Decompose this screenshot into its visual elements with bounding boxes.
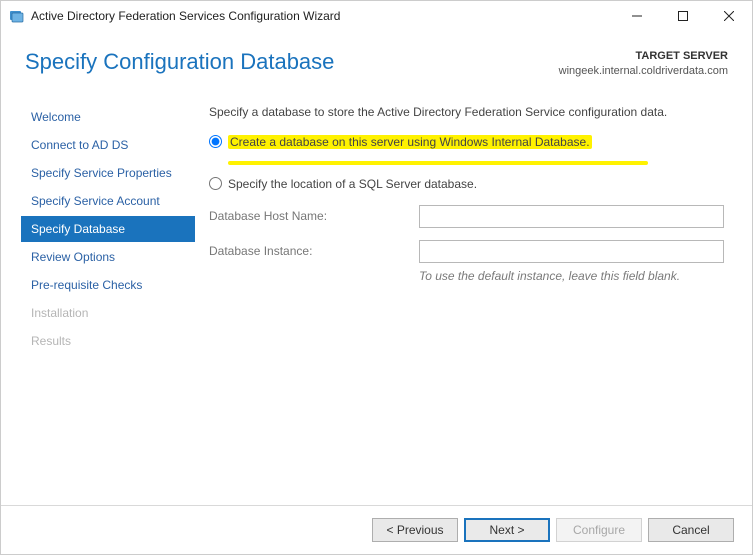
app-icon xyxy=(9,8,25,24)
titlebar: Active Directory Federation Services Con… xyxy=(1,1,752,31)
sidebar-item-connect-ad-ds[interactable]: Connect to AD DS xyxy=(21,132,195,158)
radio-sql-server[interactable] xyxy=(209,177,222,190)
database-instance-input[interactable] xyxy=(419,240,724,263)
sidebar-item-service-properties[interactable]: Specify Service Properties xyxy=(21,160,195,186)
radio-sql-server-label: Specify the location of a SQL Server dat… xyxy=(228,177,477,191)
next-button[interactable]: Next > xyxy=(464,518,550,542)
instruction-text: Specify a database to store the Active D… xyxy=(209,104,724,121)
radio-sql-server-row[interactable]: Specify the location of a SQL Server dat… xyxy=(209,177,724,191)
radio-create-internal-db-label: Create a database on this server using W… xyxy=(228,135,592,149)
sidebar-item-welcome[interactable]: Welcome xyxy=(21,104,195,130)
highlight-underline xyxy=(228,161,648,165)
minimize-button[interactable] xyxy=(614,1,660,31)
close-button[interactable] xyxy=(706,1,752,31)
maximize-button[interactable] xyxy=(660,1,706,31)
target-server-value: wingeek.internal.coldriverdata.com xyxy=(559,64,728,79)
database-host-input[interactable] xyxy=(419,205,724,228)
wizard-footer: < Previous Next > Configure Cancel xyxy=(1,505,752,554)
sidebar-item-review-options[interactable]: Review Options xyxy=(21,244,195,270)
sidebar-item-installation: Installation xyxy=(21,300,195,326)
window-title: Active Directory Federation Services Con… xyxy=(31,9,340,23)
window-controls xyxy=(614,1,752,31)
target-server-info: TARGET SERVER wingeek.internal.coldriver… xyxy=(559,49,728,80)
sidebar-item-service-account[interactable]: Specify Service Account xyxy=(21,188,195,214)
wizard-content: Specify a database to store the Active D… xyxy=(195,104,752,505)
instance-hint: To use the default instance, leave this … xyxy=(419,269,724,283)
sidebar-item-results: Results xyxy=(21,328,195,354)
cancel-button[interactable]: Cancel xyxy=(648,518,734,542)
configure-button[interactable]: Configure xyxy=(556,518,642,542)
page-title: Specify Configuration Database xyxy=(25,49,559,75)
previous-button[interactable]: < Previous xyxy=(372,518,458,542)
target-server-label: TARGET SERVER xyxy=(559,49,728,64)
database-instance-label: Database Instance: xyxy=(209,244,419,258)
database-host-label: Database Host Name: xyxy=(209,209,419,223)
wizard-header: Specify Configuration Database TARGET SE… xyxy=(1,31,752,90)
radio-create-internal-db[interactable] xyxy=(209,135,222,148)
sidebar-item-prerequisite-checks[interactable]: Pre-requisite Checks xyxy=(21,272,195,298)
radio-create-internal-db-row[interactable]: Create a database on this server using W… xyxy=(209,135,724,149)
wizard-sidebar: Welcome Connect to AD DS Specify Service… xyxy=(1,104,195,505)
sidebar-item-specify-database[interactable]: Specify Database xyxy=(21,216,195,242)
